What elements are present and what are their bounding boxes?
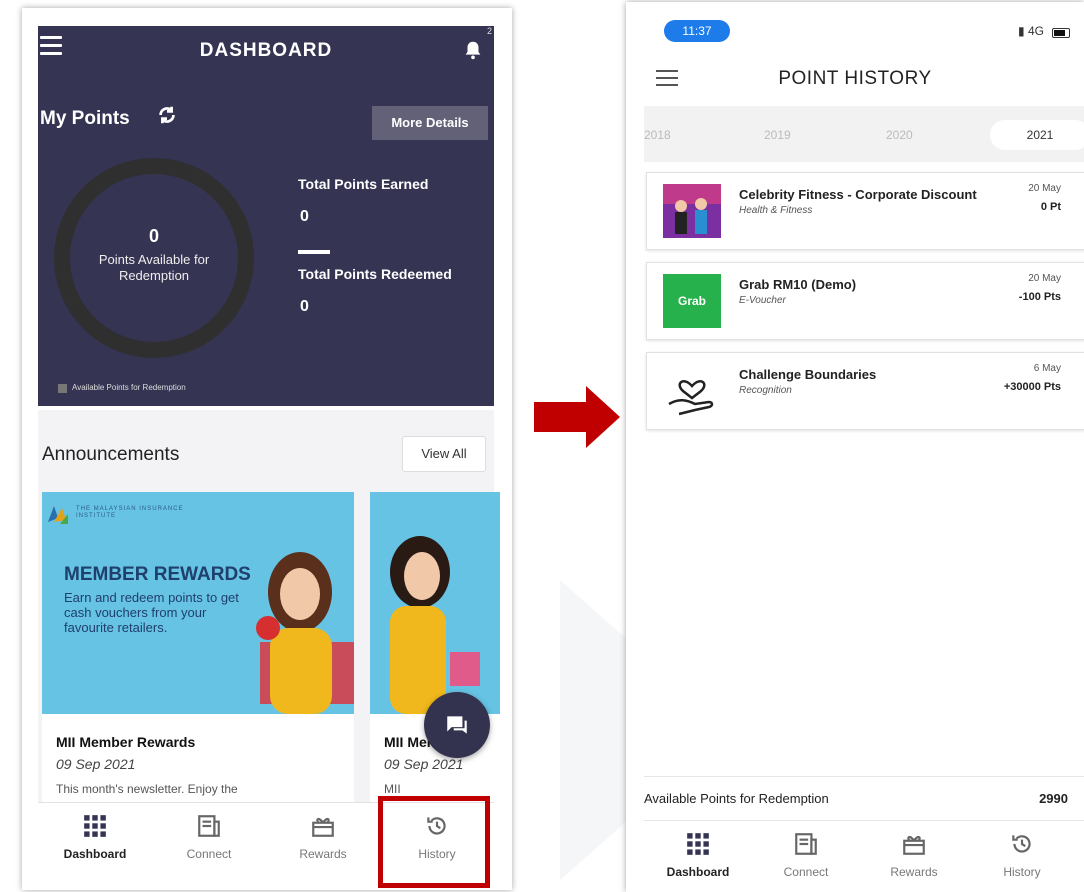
grid-icon: [687, 833, 709, 855]
available-points-label: Available Points for Redemption: [644, 791, 829, 806]
history-item-name: Grab RM10 (Demo): [739, 277, 857, 292]
total-earned-label: Total Points Earned: [298, 176, 429, 192]
total-redeemed-value: 0: [300, 298, 309, 315]
year-tab[interactable]: 2020: [886, 128, 913, 142]
tab-label: Connect: [186, 847, 232, 861]
history-item[interactable]: Grab Grab RM10 (Demo) E-Voucher 20 May -…: [646, 262, 1084, 340]
bell-icon[interactable]: [462, 38, 484, 62]
points-panel: DASHBOARD 2 My Points More Details 0 Poi…: [38, 26, 494, 406]
news-icon: [795, 833, 817, 855]
tab-label: History: [1003, 865, 1041, 879]
refresh-icon[interactable]: [156, 104, 178, 126]
gift-icon: [312, 817, 334, 837]
tab-dashboard[interactable]: Dashboard: [644, 821, 752, 889]
news-icon: [198, 815, 220, 837]
card-date: 09 Sep 2021: [56, 756, 136, 772]
page-title: DASHBOARD: [199, 40, 333, 61]
total-redeemed-label: Total Points Redeemed: [298, 266, 452, 282]
woman-photo: [256, 552, 332, 714]
mii-logo-icon: [48, 506, 68, 524]
dashboard-screen: DASHBOARD 2 My Points More Details 0 Poi…: [22, 8, 512, 890]
year-tab[interactable]: 2018: [644, 128, 671, 142]
history-item-category: Recognition: [739, 385, 792, 396]
banner-org-name: THE MALAYSIAN INSURANCE INSTITUTE: [76, 506, 184, 519]
history-item[interactable]: Celebrity Fitness - Corporate Discount H…: [646, 172, 1084, 250]
tab-connect[interactable]: Connect: [152, 803, 266, 871]
divider: [298, 250, 330, 254]
tab-label: Rewards: [890, 865, 938, 879]
tab-dashboard[interactable]: Dashboard: [38, 803, 152, 871]
chat-button[interactable]: [424, 692, 490, 758]
announcement-card[interactable]: MII Member P 09 Sep 2021 MII: [370, 492, 500, 802]
signal-network: ▮ 4G: [1018, 24, 1044, 38]
tab-label: Dashboard: [666, 865, 730, 879]
grab-logo: Grab: [663, 274, 721, 328]
card-title: MII Member Rewards: [56, 734, 196, 750]
card-date: 09 Sep 2021: [384, 756, 464, 772]
tab-connect[interactable]: Connect: [752, 821, 860, 889]
point-history-screen: 11:37 ▮ 4G POINT HISTORY 2018 2019 2020 …: [626, 2, 1084, 892]
history-item-date: 20 May: [1028, 273, 1061, 284]
history-icon: [1012, 835, 1031, 853]
total-earned-value: 0: [300, 208, 309, 225]
history-item-points: 0 Pt: [1040, 201, 1061, 213]
network-label: 4G: [1027, 24, 1044, 38]
history-item-points: -100 Pts: [1018, 291, 1061, 303]
signal-icon: ▮: [1018, 24, 1025, 38]
history-item-date: 20 May: [1028, 183, 1061, 194]
fitness-thumb: [663, 184, 721, 238]
available-points-bar: Available Points for Redemption 2990: [644, 776, 1084, 818]
history-item-category: Health & Fitness: [739, 205, 813, 216]
bottom-tab-bar: Dashboard Connect Rewards History: [644, 820, 1084, 890]
history-item-points: +30000 Pts: [1003, 381, 1061, 393]
tab-label: Dashboard: [63, 847, 127, 861]
status-time: 11:37: [664, 20, 730, 42]
tab-rewards[interactable]: Rewards: [266, 803, 380, 871]
banner-subtext: Earn and redeem points to get cash vouch…: [64, 590, 239, 635]
card-description: MII: [384, 782, 401, 796]
more-details-button[interactable]: More Details: [372, 106, 488, 140]
my-points-heading: My Points: [40, 108, 130, 129]
legend-label: Available Points for Redemption: [72, 383, 186, 392]
available-points-value: 2990: [1039, 791, 1068, 806]
tab-history[interactable]: History: [968, 821, 1076, 889]
year-tab[interactable]: 2019: [764, 128, 791, 142]
tab-label: Connect: [783, 865, 829, 879]
gift-icon: [903, 835, 925, 855]
grid-icon: [84, 815, 106, 837]
history-tab-highlight: [378, 796, 490, 888]
announcements-section: Announcements View All THE MALAYSIAN INS…: [38, 410, 500, 802]
announcement-banner: THE MALAYSIAN INSURANCE INSTITUTE MEMBER…: [42, 492, 354, 714]
notification-badge: 2: [486, 26, 492, 36]
available-points-value: 0: [148, 226, 159, 246]
year-selector: 2018 2019 2020 2021: [644, 106, 1084, 162]
announcement-banner: [370, 492, 500, 714]
history-item-name: Challenge Boundaries: [739, 367, 877, 382]
history-item-date: 6 May: [1033, 363, 1061, 374]
announcements-heading: Announcements: [42, 444, 180, 465]
battery-icon: [1052, 28, 1070, 38]
tab-rewards[interactable]: Rewards: [860, 821, 968, 889]
legend-swatch: [58, 384, 67, 393]
announcement-card[interactable]: THE MALAYSIAN INSURANCE INSTITUTE MEMBER…: [42, 492, 354, 802]
banner-heading: MEMBER REWARDS: [64, 564, 251, 585]
history-item[interactable]: Challenge Boundaries Recognition 6 May +…: [646, 352, 1084, 430]
chat-icon: [447, 716, 467, 734]
heart-hand-icon: [668, 380, 714, 416]
year-tab-active[interactable]: 2021: [990, 120, 1084, 150]
view-all-button[interactable]: View All: [402, 436, 486, 472]
history-item-name: Celebrity Fitness - Corporate Discount: [739, 187, 977, 202]
woman-photo: [390, 536, 480, 714]
available-points-label: Points Available for Redemption: [98, 252, 210, 283]
page-title: POINT HISTORY: [778, 68, 932, 89]
arrow-right-icon: [534, 386, 620, 448]
tab-label: Rewards: [299, 847, 347, 861]
history-item-category: E-Voucher: [739, 295, 786, 306]
card-description: This month's newsletter. Enjoy the: [56, 782, 238, 796]
